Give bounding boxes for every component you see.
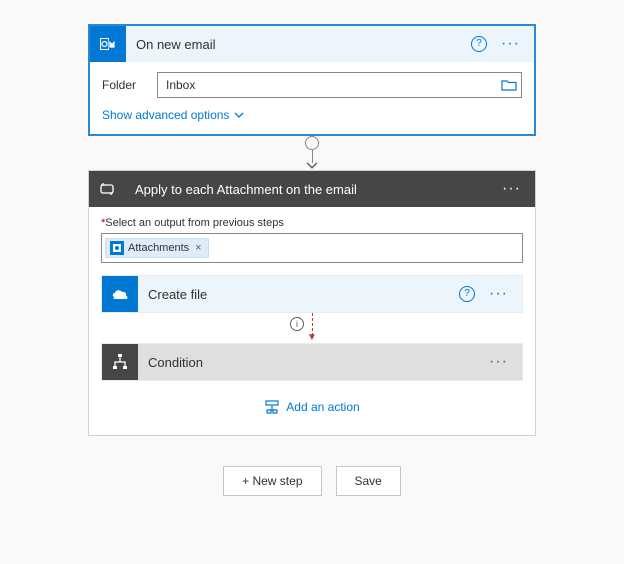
create-file-header[interactable]: Create file ? ··· xyxy=(102,276,522,312)
arrow-down-icon: ▼ xyxy=(307,332,317,343)
trigger-card[interactable]: On new email ? ··· Folder Inbox Show adv… xyxy=(88,24,536,136)
add-action-button[interactable]: Add an action xyxy=(101,381,523,425)
loop-icon xyxy=(89,171,125,207)
folder-picker-icon[interactable] xyxy=(501,77,517,93)
trigger-header[interactable]: On new email ? ··· xyxy=(90,26,534,62)
dashed-connector: i ▼ xyxy=(101,313,523,343)
trigger-body: Folder Inbox Show advanced options xyxy=(90,62,534,134)
more-menu-icon[interactable]: ··· xyxy=(483,357,514,367)
foreach-body: *Select an output from previous steps At… xyxy=(89,207,535,435)
help-icon[interactable]: ? xyxy=(471,36,487,52)
folder-value: Inbox xyxy=(166,78,501,92)
create-file-title: Create file xyxy=(138,287,459,302)
outlook-token-icon xyxy=(110,241,124,255)
connector xyxy=(306,136,318,170)
onedrive-icon xyxy=(102,276,138,312)
token-remove-icon[interactable]: × xyxy=(193,242,203,254)
condition-title: Condition xyxy=(138,355,483,370)
add-action-icon xyxy=(264,399,280,415)
foreach-title: Apply to each Attachment on the email xyxy=(125,182,496,197)
condition-card[interactable]: Condition ··· xyxy=(101,343,523,381)
output-token-input[interactable]: Attachments × xyxy=(101,233,523,263)
folder-label: Folder xyxy=(102,78,157,92)
folder-input[interactable]: Inbox xyxy=(157,72,522,98)
more-menu-icon[interactable]: ··· xyxy=(495,39,526,49)
condition-header[interactable]: Condition ··· xyxy=(102,344,522,380)
chevron-down-icon xyxy=(234,110,244,120)
help-icon[interactable]: ? xyxy=(459,286,475,302)
select-output-label: *Select an output from previous steps xyxy=(101,217,523,229)
attachments-token[interactable]: Attachments × xyxy=(105,238,209,258)
trigger-title: On new email xyxy=(126,37,471,52)
save-button[interactable]: Save xyxy=(336,466,401,496)
flow-designer-canvas: On new email ? ··· Folder Inbox Show adv… xyxy=(0,0,624,496)
more-menu-icon[interactable]: ··· xyxy=(496,184,527,194)
info-icon[interactable]: i xyxy=(290,317,304,331)
more-menu-icon[interactable]: ··· xyxy=(483,289,514,299)
footer-buttons: + New step Save xyxy=(223,466,401,496)
foreach-card[interactable]: Apply to each Attachment on the email ··… xyxy=(88,170,536,436)
new-step-button[interactable]: + New step xyxy=(223,466,321,496)
foreach-header[interactable]: Apply to each Attachment on the email ··… xyxy=(89,171,535,207)
create-file-card[interactable]: Create file ? ··· xyxy=(101,275,523,313)
condition-icon xyxy=(102,344,138,380)
arrow-down-icon xyxy=(306,162,318,170)
outlook-icon xyxy=(90,26,126,62)
show-advanced-link[interactable]: Show advanced options xyxy=(102,106,244,124)
